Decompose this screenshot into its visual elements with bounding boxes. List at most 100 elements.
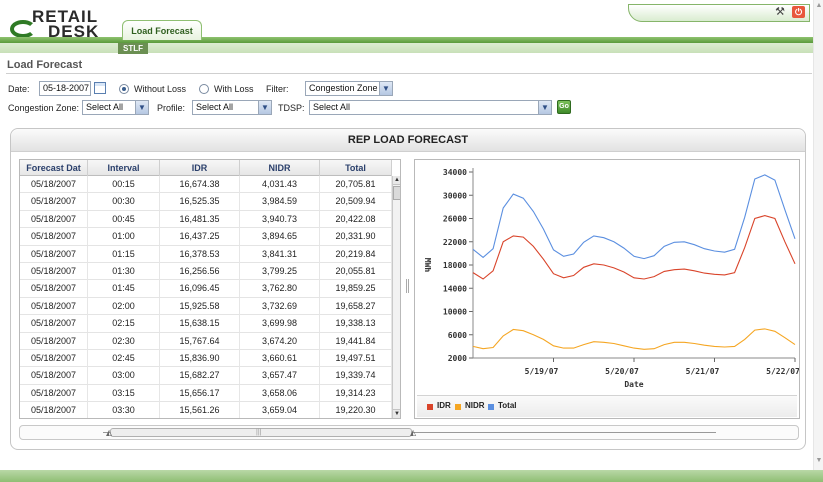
table-cell: 03:30 (88, 402, 160, 418)
table-cell: 01:15 (88, 245, 160, 263)
table-header: Forecast Dat Interval IDR NIDR Total (20, 160, 392, 176)
table-row[interactable]: 05/18/2007 01:00 16,437.25 3,894.65 20,331.9… (20, 228, 392, 246)
column-header-forecast-date[interactable]: Forecast Dat (20, 160, 88, 176)
column-header-total[interactable]: Total (320, 160, 392, 176)
table-row[interactable]: 05/18/2007 03:00 15,682.27 3,657.47 19,339.7… (20, 367, 392, 385)
table-cell: 19,859.25 (320, 280, 392, 298)
profile-value: Select All (196, 102, 234, 112)
table-cell: 05/18/2007 (20, 262, 88, 280)
x-tick-label: 5/19/07 (525, 367, 559, 376)
table-cell: 05/18/2007 (20, 245, 88, 263)
without-loss-radio[interactable] (119, 84, 129, 94)
table-cell: 00:15 (88, 176, 160, 193)
table-row[interactable]: 05/18/2007 00:30 16,525.35 3,984.59 20,509.9… (20, 193, 392, 211)
congestion-zone-select[interactable]: Select All ▼ (82, 100, 149, 115)
range-left-handle-icon[interactable]: ◭ (106, 428, 114, 437)
filter-select[interactable]: Congestion Zone ▼ (305, 81, 393, 96)
go-button[interactable]: Go (557, 100, 571, 114)
power-icon[interactable]: ⏻ (792, 6, 805, 18)
table-vertical-scrollbar[interactable]: ▲ ▼ (392, 176, 400, 418)
table-cell: 3,658.06 (240, 384, 320, 402)
profile-label: Profile: (157, 103, 186, 113)
table-cell: 16,525.35 (160, 193, 240, 211)
chevron-down-icon[interactable]: ▼ (379, 82, 392, 95)
subtab-stlf[interactable]: STLF (118, 43, 148, 54)
table-cell: 16,256.56 (160, 262, 240, 280)
table-cell: 16,481.35 (160, 210, 240, 228)
table-cell: 16,674.38 (160, 176, 240, 193)
table-cell: 3,657.47 (240, 367, 320, 385)
table-cell: 02:15 (88, 315, 160, 333)
table-cell: 05/18/2007 (20, 332, 88, 350)
column-header-idr[interactable]: IDR (160, 160, 240, 176)
column-header-nidr[interactable]: NIDR (240, 160, 320, 176)
legend-label-idr: IDR (437, 401, 451, 410)
table-row[interactable]: 05/18/2007 03:30 15,561.26 3,659.04 19,220.3… (20, 402, 392, 418)
table-row[interactable]: 05/18/2007 01:30 16,256.56 3,799.25 20,055.8… (20, 262, 392, 281)
table-cell: 00:45 (88, 210, 160, 228)
table-cell: 02:30 (88, 332, 160, 350)
chart-legend: IDR NIDR Total (417, 395, 797, 417)
table-cell: 15,925.58 (160, 297, 240, 315)
table-cell: 05/18/2007 (20, 402, 88, 418)
date-input[interactable]: 05-18-2007 (39, 81, 91, 96)
calendar-icon[interactable] (94, 82, 106, 94)
table-cell: 05/18/2007 (20, 228, 88, 246)
chevron-down-icon[interactable]: ▼ (538, 101, 551, 114)
table-row[interactable]: 05/18/2007 00:45 16,481.35 3,940.73 20,422.0… (20, 210, 392, 229)
table-cell: 02:00 (88, 297, 160, 315)
table-row[interactable]: 05/18/2007 02:45 15,836.90 3,660.61 19,497.5… (20, 349, 392, 368)
with-loss-radio[interactable] (199, 84, 209, 94)
series-line-nidr (472, 328, 796, 350)
forecast-table: Forecast Dat Interval IDR NIDR Total 05/… (19, 159, 401, 419)
y-tick-label: 30000 (443, 191, 467, 200)
tdsp-select[interactable]: Select All ▼ (309, 100, 552, 115)
tools-icon[interactable]: ⚒ (774, 6, 786, 18)
page-scroll-up-icon[interactable]: ▲ (815, 2, 823, 10)
chevron-down-icon[interactable]: ▼ (135, 101, 148, 114)
table-row[interactable]: 05/18/2007 01:45 16,096.45 3,762.80 19,859.2… (20, 280, 392, 298)
pane-splitter-handle[interactable] (406, 279, 409, 293)
table-body: 05/18/2007 00:15 16,674.38 4,031.43 20,705.8… (20, 176, 392, 418)
y-tick-label: 6000 (448, 331, 467, 340)
scroller-thumb[interactable]: ||| (110, 428, 412, 437)
table-row[interactable]: 05/18/2007 03:15 15,656.17 3,658.06 19,314.2… (20, 384, 392, 403)
table-row[interactable]: 05/18/2007 00:15 16,674.38 4,031.43 20,705.8… (20, 176, 392, 194)
y-tick-label: 14000 (443, 284, 467, 293)
table-cell: 15,767.64 (160, 332, 240, 350)
legend-swatch-total (488, 404, 494, 410)
legend-label-total: Total (498, 401, 517, 410)
tab-load-forecast[interactable]: Load Forecast (122, 20, 202, 40)
table-cell: 05/18/2007 (20, 210, 88, 228)
date-label: Date: (8, 84, 30, 94)
range-right-handle-icon[interactable]: ◭ (410, 428, 418, 437)
table-cell: 3,894.65 (240, 228, 320, 246)
profile-select[interactable]: Select All ▼ (192, 100, 272, 115)
table-cell: 20,219.84 (320, 245, 392, 263)
table-cell: 3,841.31 (240, 245, 320, 263)
x-tick-label: 5/22/07 (766, 367, 799, 376)
scroll-thumb[interactable] (393, 186, 400, 200)
table-cell: 3,699.98 (240, 315, 320, 333)
table-row[interactable]: 05/18/2007 02:30 15,767.64 3,674.20 19,441.8… (20, 332, 392, 350)
table-cell: 05/18/2007 (20, 349, 88, 367)
y-tick-label: 2000 (448, 354, 467, 363)
page-scrollbar[interactable]: ▲ ▼ (813, 0, 823, 470)
app-header: RETAIL DESK ⚒ ⏻ Load Forecast STLF (0, 0, 823, 58)
chart-canvas: 2000 6000 10000 14000 18000 22000 26000 30000 34… (423, 168, 799, 389)
date-range-scroller[interactable]: ||| ◭ ◭ (19, 425, 799, 440)
table-row[interactable]: 05/18/2007 02:00 15,925.58 3,732.69 19,658.2… (20, 297, 392, 316)
column-header-interval[interactable]: Interval (88, 160, 160, 176)
table-cell: 05/18/2007 (20, 384, 88, 402)
scroll-down-icon[interactable]: ▼ (393, 409, 400, 418)
table-cell: 19,441.84 (320, 332, 392, 350)
table-cell: 3,659.04 (240, 402, 320, 418)
table-cell: 3,799.25 (240, 262, 320, 280)
table-row[interactable]: 05/18/2007 02:15 15,638.15 3,699.98 19,338.1… (20, 315, 392, 333)
page-scroll-down-icon[interactable]: ▼ (815, 457, 823, 465)
table-row[interactable]: 05/18/2007 01:15 16,378.53 3,841.31 20,219.8… (20, 245, 392, 263)
chevron-down-icon[interactable]: ▼ (258, 101, 271, 114)
scroll-up-icon[interactable]: ▲ (393, 176, 400, 185)
legend-swatch-nidr (455, 404, 461, 410)
table-cell: 15,638.15 (160, 315, 240, 333)
